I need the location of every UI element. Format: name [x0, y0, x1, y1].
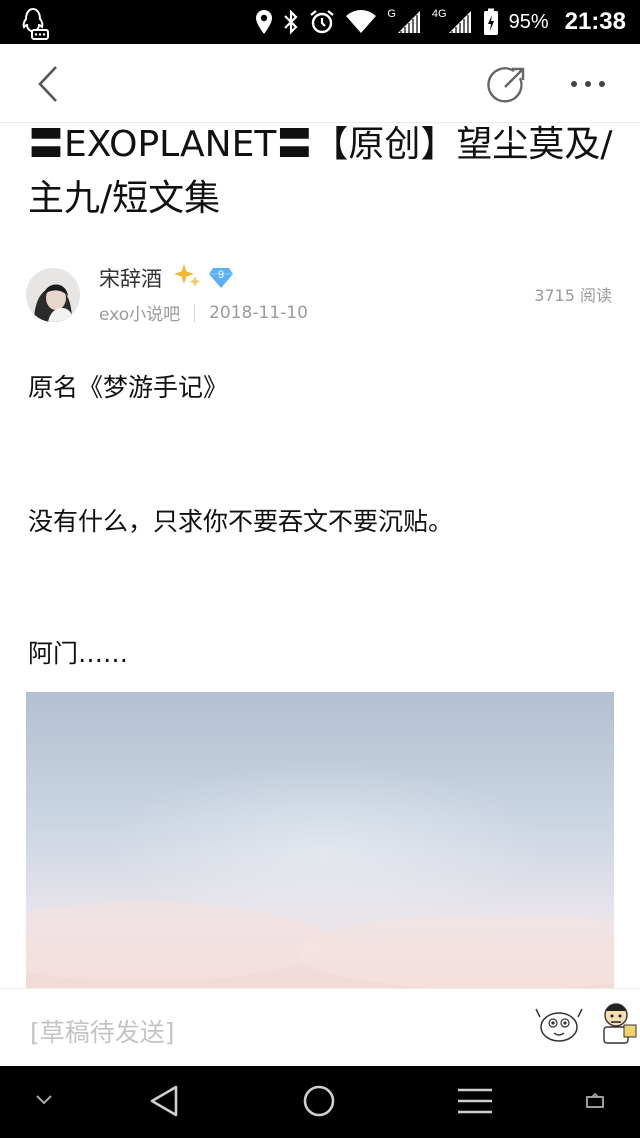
emoji-sticker-icon[interactable] — [534, 1003, 584, 1045]
window-icon[interactable] — [584, 1092, 606, 1114]
post-title: 〓EXOPLANET〓【原创】望尘莫及/主九/短文集 — [28, 124, 613, 219]
menu-icon[interactable] — [456, 1086, 494, 1120]
share-button[interactable] — [486, 64, 528, 106]
status-bar: G 4G 95% 21:38 — [0, 0, 640, 44]
system-nav-bar — [0, 1066, 640, 1138]
battery-percent: 95% — [508, 10, 549, 33]
post-paragraph: 阿门…… — [28, 639, 129, 668]
avatar[interactable] — [26, 268, 80, 322]
post-paragraph: 没有什么，只求你不要吞文不要沉贴。 — [28, 507, 454, 536]
post-meta: exo小说吧 2018-11-10 — [99, 300, 308, 326]
author-name[interactable]: 宋辞酒 — [99, 263, 162, 293]
network-type-label: G — [387, 8, 396, 20]
signal-icon: G — [387, 8, 422, 34]
more-icon — [571, 81, 605, 87]
post-paragraph: 原名《梦游手记》 — [28, 373, 229, 402]
reply-input[interactable]: [草稿待发送] — [30, 1013, 175, 1049]
reply-bar: [草稿待发送] — [0, 988, 640, 1067]
share-icon — [487, 67, 525, 103]
level-number: 9 — [217, 269, 225, 281]
read-count: 3715 阅读 — [534, 286, 612, 305]
sparkle-badge-icon — [174, 262, 202, 294]
top-nav-bar — [0, 44, 640, 123]
signal-icon: 4G — [431, 8, 473, 34]
level-badge-icon: 9 — [208, 266, 234, 290]
clock: 21:38 — [564, 8, 626, 35]
post-date: 2018-11-10 — [209, 302, 308, 323]
alarm-icon — [309, 9, 335, 35]
network-type-label: 4G — [431, 8, 447, 20]
qq-notification-icon — [16, 6, 50, 40]
bluetooth-icon — [283, 9, 299, 35]
more-button[interactable] — [566, 72, 610, 96]
battery-icon — [483, 8, 499, 36]
chevron-down-icon[interactable] — [34, 1092, 54, 1111]
wifi-icon — [345, 10, 377, 34]
divider — [194, 303, 196, 322]
post-image[interactable] — [26, 692, 614, 990]
back-triangle-icon[interactable] — [148, 1084, 180, 1122]
location-icon — [255, 9, 273, 35]
back-button[interactable] — [28, 64, 68, 104]
back-arrow-icon — [38, 66, 57, 102]
home-circle-icon[interactable] — [302, 1084, 336, 1122]
forum-link[interactable]: exo小说吧 — [99, 300, 180, 325]
emoji-sticker-icon[interactable] — [598, 999, 638, 1047]
author-badges: 9 — [174, 262, 234, 294]
